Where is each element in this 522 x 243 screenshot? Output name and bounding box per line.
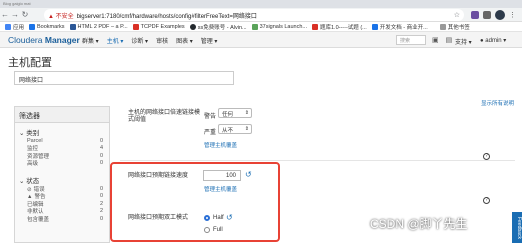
app-header: Cloudera Manager 群集 ▾ 主机 ▾ 诊断 ▾ 审核 图表 ▾ … — [0, 32, 522, 48]
property-label: 主机的网络接口倍速链接模 式阈值 — [128, 110, 201, 123]
bookmark-item[interactable]: ss免费账号 - Alvin... — [189, 23, 247, 31]
briefcase-icon[interactable]: ▣ — [432, 36, 439, 44]
critical-threshold-select[interactable]: 从不 ⇕ — [218, 124, 252, 134]
filter-row[interactable]: 高级 0 — [15, 160, 109, 167]
radio-selected-icon — [204, 215, 210, 221]
commands-icon[interactable]: ▤ — [446, 36, 453, 44]
insecure-warning[interactable]: ▲ 不安全 — [48, 11, 74, 20]
tab-hint: Blog gaiglo mat — [3, 1, 31, 6]
back-icon[interactable]: ← — [0, 10, 10, 19]
filter-row[interactable]: 包含覆盖 0 — [15, 215, 109, 223]
menu-hosts[interactable]: 主机 ▾ — [107, 36, 124, 45]
help-icon[interactable]: ? — [483, 153, 490, 160]
apps-icon — [5, 23, 11, 30]
bookmarks-bar: 应用 Bookmarks HTML 2 PDF – a P... TCPDF E… — [0, 22, 522, 32]
extension-icon[interactable] — [471, 11, 479, 19]
watermark: CSDN @脚丫先生 — [370, 217, 468, 231]
bookmark-item[interactable]: Bookmarks — [29, 23, 65, 30]
support-menu[interactable]: 支持 ▾ — [455, 37, 472, 46]
bookmark-item[interactable]: TCPDF Examples — [132, 23, 185, 30]
manage-host-overrides-link[interactable]: 管理主机覆盖 — [204, 141, 237, 149]
browser-tab-strip: Blog gaiglo mat — [0, 0, 522, 8]
bookmark-item[interactable]: 题库1.0-----试题 (... — [312, 23, 367, 31]
address-bar[interactable]: ▲ 不安全 bigserver1:7180/cmf/hardware/hosts… — [44, 9, 464, 21]
forward-icon[interactable]: → — [10, 10, 20, 19]
radio-unselected-icon — [204, 227, 210, 233]
github-icon — [189, 23, 196, 30]
bookmark-item[interactable]: 应用 — [5, 23, 24, 31]
user-icon: ● — [480, 38, 484, 44]
warning-threshold-label: 警告 — [204, 114, 217, 120]
manage-host-overrides-link[interactable]: 管理主机覆盖 — [204, 185, 237, 193]
main-menu: 群集 ▾ 主机 ▾ 诊断 ▾ 审核 图表 ▾ 管理 ▾ — [82, 36, 217, 45]
menu-clusters[interactable]: 群集 ▾ — [82, 36, 99, 45]
undo-icon[interactable]: ↺ — [226, 213, 233, 222]
bookmark-icon — [251, 23, 258, 30]
select-arrow-icon: ⇕ — [244, 126, 249, 132]
duplex-full-radio[interactable]: Full — [204, 227, 223, 233]
reload-icon[interactable]: ↻ — [20, 10, 30, 19]
chevron-down-icon: ⌄ — [19, 130, 25, 137]
bookmark-item[interactable]: 37signals Launch... — [251, 23, 307, 30]
bookmark-icon — [132, 23, 139, 30]
property-label: 网络接口预期链接速度 — [128, 173, 189, 179]
browser-toolbar: ← → ↻ ▲ 不安全 bigserver1:7180/cmf/hardware… — [0, 8, 522, 22]
undo-icon[interactable]: ↺ — [245, 170, 252, 179]
show-descriptions-link[interactable]: 显示所有说明 — [481, 99, 514, 107]
warning-threshold-select[interactable]: 任何 ⇕ — [218, 108, 252, 118]
star-icon[interactable]: ☆ — [454, 11, 460, 19]
app-logo[interactable]: Cloudera Manager — [8, 35, 80, 45]
filter-group-status[interactable]: ⌄ 状态 — [15, 175, 109, 185]
user-menu[interactable]: ● admin ▾ — [480, 37, 506, 44]
url-text: bigserver1:7180/cmf/hardware/hosts/confi… — [76, 13, 257, 20]
search-input[interactable]: 搜索 — [396, 35, 426, 45]
help-icon[interactable]: ? — [483, 197, 490, 204]
divider — [120, 160, 515, 161]
filter-search-input[interactable]: 网络接口 — [14, 71, 234, 85]
bookmark-item[interactable]: HTML 2 PDF – a P... — [69, 23, 128, 30]
page-title: 主机配置 — [8, 57, 52, 69]
profile-avatar[interactable] — [495, 10, 505, 20]
filter-group-category[interactable]: ⌄ 类别 — [15, 127, 109, 137]
star-icon — [29, 23, 36, 30]
bookmark-folder[interactable]: 其他书签 — [439, 23, 470, 31]
menu-diagnostics[interactable]: 诊断 ▾ — [131, 36, 148, 45]
feedback-tab[interactable]: Feedback — [512, 212, 522, 243]
filter-sidebar: 筛选器 ⌄ 类别 Parcel 0 监控 4 资源管理 0 高级 0 ⌄ 状态 ⊘ 错误 0… — [14, 106, 110, 243]
property-label: 网络接口预期双工模式 — [128, 215, 189, 221]
sidebar-title: 筛选器 — [15, 107, 109, 123]
folder-icon — [439, 23, 446, 30]
chevron-down-icon: ⌄ — [19, 178, 25, 185]
link-speed-input[interactable]: 100 — [203, 170, 241, 181]
menu-admin[interactable]: 管理 ▾ — [201, 36, 218, 45]
menu-audits[interactable]: 审核 — [156, 36, 168, 45]
extension-icon[interactable] — [483, 11, 491, 19]
bookmark-item[interactable]: 开发文档 - 商业开... — [371, 23, 428, 31]
bookmark-icon — [69, 23, 76, 30]
critical-threshold-label: 严重 — [204, 130, 217, 136]
duplex-half-radio[interactable]: Half — [204, 215, 224, 221]
bookmark-icon — [371, 23, 378, 30]
more-icon[interactable]: ⋮ — [509, 11, 516, 19]
bookmark-icon — [312, 23, 318, 30]
select-arrow-icon: ⇕ — [244, 110, 249, 116]
menu-charts[interactable]: 图表 ▾ — [176, 36, 193, 45]
